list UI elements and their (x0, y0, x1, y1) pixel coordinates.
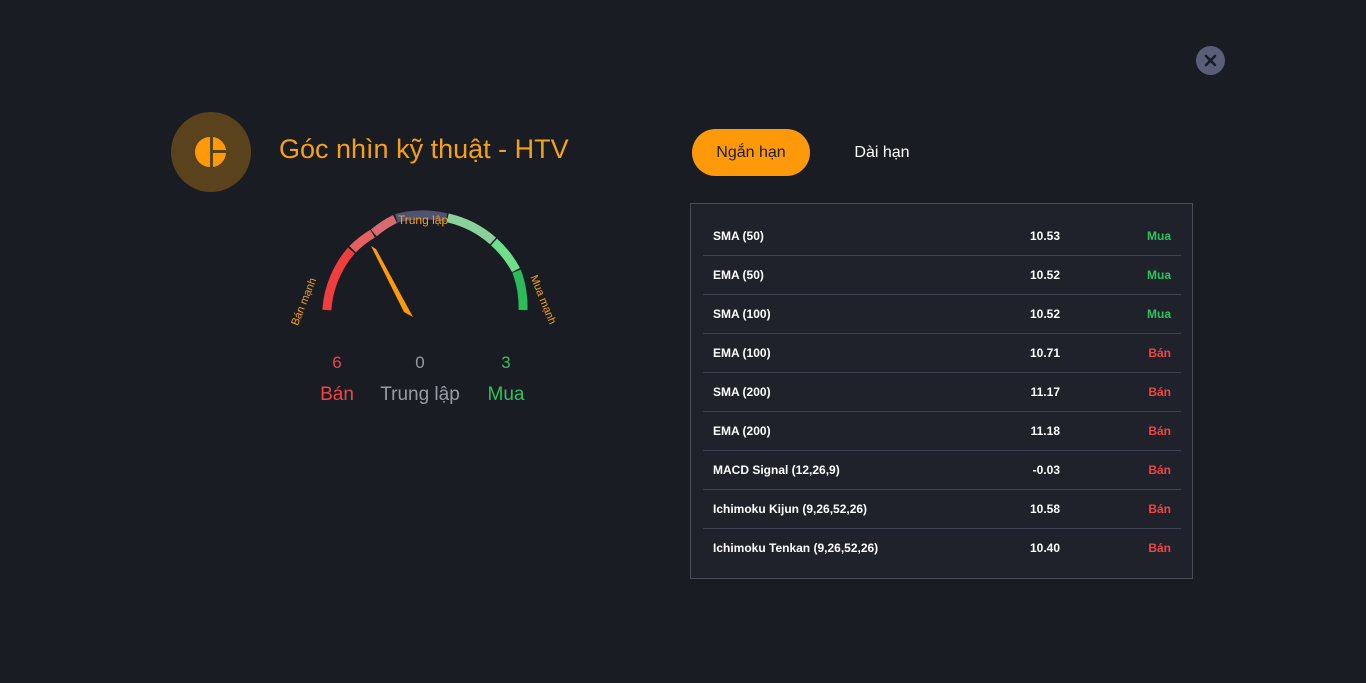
sell-count: 6 (332, 353, 342, 372)
indicator-value: 10.53 (1029, 229, 1060, 243)
indicator-signal: Mua (1147, 229, 1171, 243)
table-row: EMA (200) 11.18 Bán (703, 411, 1181, 451)
indicator-name: SMA (100) (713, 307, 771, 321)
indicator-signal: Mua (1147, 307, 1171, 321)
indicator-signal: Bán (1148, 385, 1171, 399)
indicator-signal: Bán (1148, 346, 1171, 360)
indicator-name: EMA (50) (713, 268, 764, 282)
indicator-name: SMA (50) (713, 229, 764, 243)
gauge-strong-buy-segment (512, 269, 528, 311)
table-row: EMA (100) 10.71 Bán (703, 333, 1181, 373)
indicator-name: Ichimoku Tenkan (9,26,52,26) (713, 541, 879, 555)
indicator-signal: Bán (1148, 541, 1171, 555)
gauge-neutral-label: Trung lập (398, 213, 449, 227)
sentiment-gauge: Trung lập Bán mạnh Mua mạnh (289, 210, 558, 327)
indicator-name: SMA (200) (713, 385, 771, 399)
table-row: SMA (100) 10.52 Mua (703, 294, 1181, 334)
tab-short-term[interactable]: Ngắn hạn (692, 129, 810, 176)
indicator-signal: Bán (1148, 424, 1171, 438)
neutral-count: 0 (415, 353, 425, 372)
buy-count: 3 (501, 353, 511, 372)
indicator-signal: Bán (1148, 463, 1171, 477)
gauge-strong-sell-label: Bán mạnh (289, 276, 319, 327)
indicator-value: 10.58 (1029, 502, 1060, 516)
indicator-value: 11.17 (1030, 385, 1060, 399)
page-title: Góc nhìn kỹ thuật - HTV (279, 134, 569, 164)
indicator-signal: Mua (1147, 268, 1171, 282)
close-icon (1204, 54, 1217, 67)
gauge-needle (371, 246, 413, 317)
gauge-buy-segment (490, 238, 520, 273)
indicator-value: -0.03 (1032, 463, 1060, 477)
close-button[interactable] (1196, 46, 1225, 75)
indicator-value: 10.71 (1029, 346, 1060, 360)
indicator-value: 10.40 (1029, 541, 1060, 555)
indicator-name: MACD Signal (12,26,9) (713, 463, 840, 477)
indicator-value: 10.52 (1029, 268, 1060, 282)
logo (171, 112, 251, 192)
table-row: Ichimoku Kijun (9,26,52,26) 10.58 Bán (703, 489, 1181, 529)
gauge-strong-sell-segment (322, 247, 355, 311)
indicator-name: EMA (200) (713, 424, 771, 438)
table-row: SMA (200) 11.17 Bán (703, 372, 1181, 412)
indicator-name: Ichimoku Kijun (9,26,52,26) (713, 502, 868, 516)
table-row: EMA (50) 10.52 Mua (703, 255, 1181, 295)
indicator-table: SMA (50) 10.53 Mua EMA (50) 10.52 Mua SM… (690, 203, 1193, 579)
indicator-name: EMA (100) (713, 346, 771, 360)
gauge-weak-sell-segment (370, 214, 398, 237)
pie-chart-icon (195, 137, 226, 167)
gauge-sell-segment (349, 229, 376, 253)
indicator-value: 11.18 (1030, 424, 1060, 438)
table-row: Ichimoku Tenkan (9,26,52,26) 10.40 Bán (703, 528, 1181, 567)
gauge-weak-buy-segment (446, 213, 496, 245)
table-row: MACD Signal (12,26,9) -0.03 Bán (703, 450, 1181, 490)
gauge-strong-buy-label: Mua mạnh (527, 274, 558, 327)
indicator-signal: Bán (1148, 502, 1171, 516)
buy-label: Mua (487, 384, 525, 405)
indicator-value: 10.52 (1029, 307, 1060, 321)
table-row: SMA (50) 10.53 Mua (703, 216, 1181, 256)
tab-long-term[interactable]: Dài hạn (840, 129, 924, 176)
